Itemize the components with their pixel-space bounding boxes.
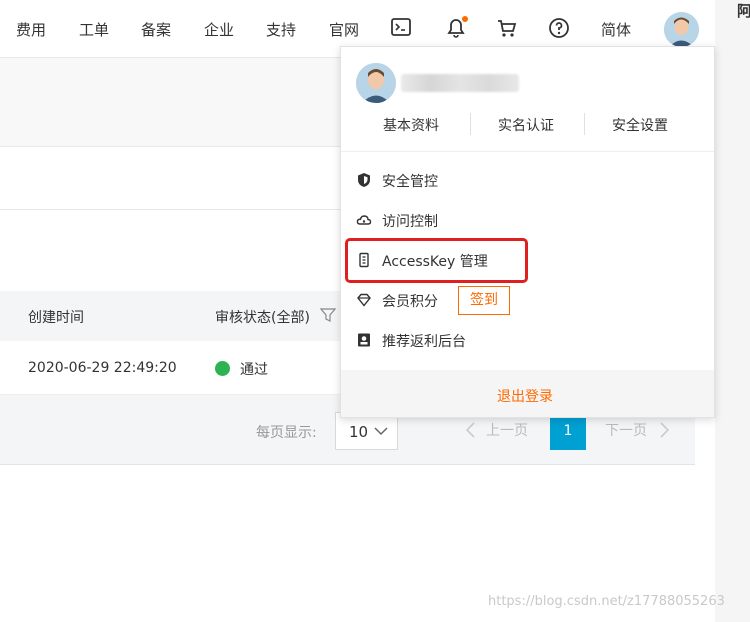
page-size-label: 每页显示: <box>256 425 317 441</box>
next-page-button[interactable]: 下一页 <box>605 420 647 440</box>
logout-button[interactable]: 退出登录 <box>497 386 553 406</box>
nav-item-support[interactable]: 支持 <box>266 19 296 40</box>
nav-item-icp[interactable]: 备案 <box>141 19 171 40</box>
watermark: https://blog.csdn.net/z17788055263 <box>488 594 725 609</box>
status-cell: 通过 <box>240 362 268 378</box>
language-switch[interactable]: 简体 <box>601 19 631 40</box>
cart-icon[interactable] <box>495 16 519 40</box>
menu-item-security-control[interactable]: 安全管控 <box>356 168 686 194</box>
nav-item-enterprise[interactable]: 企业 <box>204 19 234 40</box>
dropdown-avatar <box>356 63 396 103</box>
right-edge-panel: 阿 <box>715 0 750 622</box>
nav-item-fees[interactable]: 费用 <box>16 19 46 40</box>
menu-item-member-points[interactable]: 会员积分 <box>356 288 686 314</box>
prev-page-button[interactable]: 上一页 <box>486 420 528 440</box>
right-edge-text: 阿 <box>737 2 750 20</box>
basic-info-link[interactable]: 基本资料 <box>383 115 439 135</box>
menu-item-label: 访问控制 <box>382 214 438 230</box>
signin-button[interactable]: 签到 <box>458 286 510 315</box>
menu-item-referral[interactable]: 推荐返利后台 <box>356 328 686 354</box>
shield-icon <box>356 172 372 188</box>
diamond-icon <box>356 292 372 308</box>
help-icon[interactable] <box>547 16 571 40</box>
real-name-auth-link[interactable]: 实名认证 <box>498 115 554 135</box>
chevron-down-icon <box>374 427 388 436</box>
menu-item-label: 会员积分 <box>382 294 438 310</box>
column-header-status[interactable]: 审核状态(全部) <box>215 307 310 327</box>
user-avatar[interactable] <box>664 12 699 47</box>
badge-icon <box>356 332 372 348</box>
filter-icon[interactable] <box>319 307 337 327</box>
dropdown-divider <box>341 151 714 152</box>
page-size-value: 10 <box>349 423 369 441</box>
nav-item-official-site[interactable]: 官网 <box>329 19 359 40</box>
bell-icon[interactable] <box>444 16 468 40</box>
security-settings-link[interactable]: 安全设置 <box>612 115 668 135</box>
nav-item-tickets[interactable]: 工单 <box>79 19 109 40</box>
username-blurred <box>401 74 519 92</box>
menu-item-label: 安全管控 <box>382 174 438 190</box>
cloud-icon <box>356 212 372 228</box>
logout-bar: 退出登录 <box>341 370 714 417</box>
highlight-box <box>345 238 528 283</box>
created-time-cell: 2020-06-29 22:49:20 <box>28 360 177 376</box>
chevron-right-icon <box>659 421 671 443</box>
link-separator <box>470 113 471 135</box>
link-separator <box>584 113 585 135</box>
menu-item-access-control[interactable]: 访问控制 <box>356 208 686 234</box>
terminal-icon[interactable] <box>390 16 414 40</box>
status-dot <box>215 361 230 376</box>
chevron-left-icon <box>464 421 476 443</box>
menu-item-label: 推荐返利后台 <box>382 334 466 350</box>
column-header-created: 创建时间 <box>28 310 84 326</box>
